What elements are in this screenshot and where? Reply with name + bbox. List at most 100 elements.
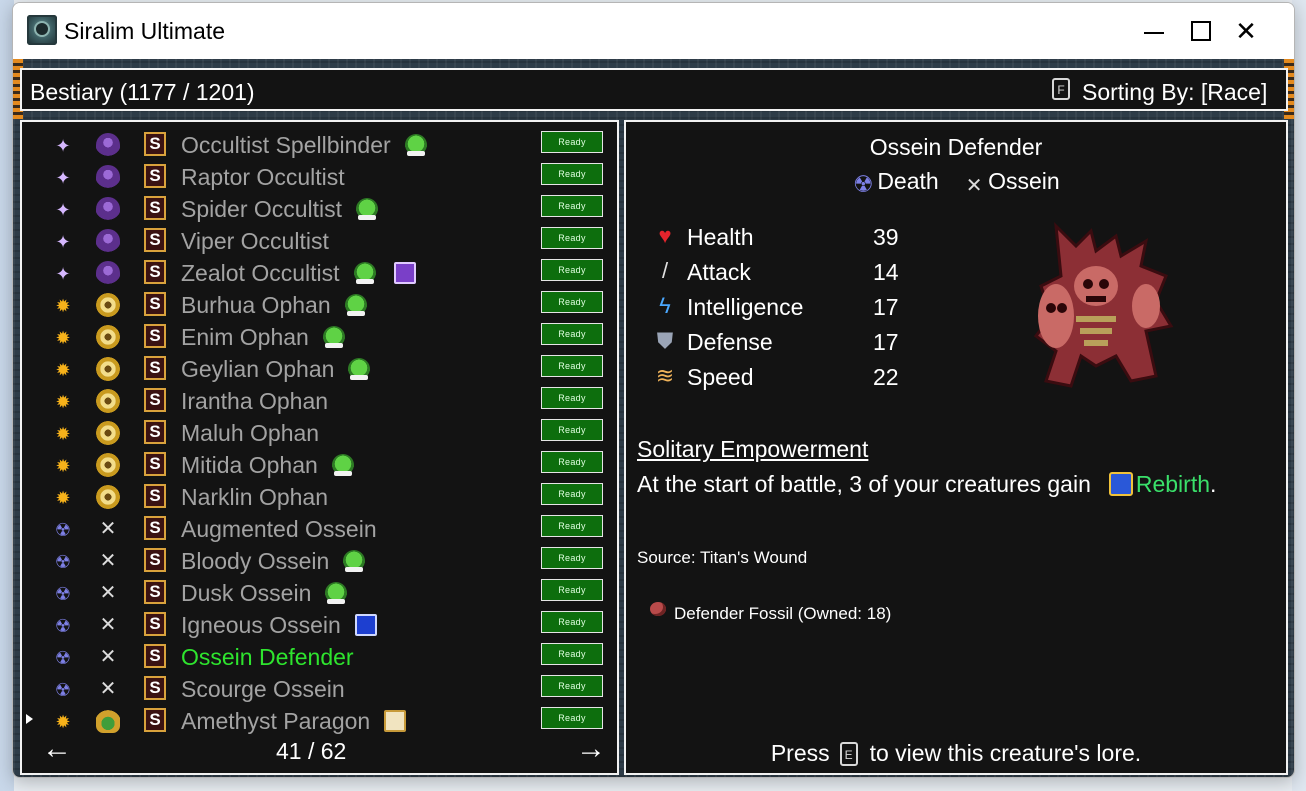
spell-gem-icon: S <box>144 356 166 380</box>
creature-row[interactable]: ☢ ✕ S Igneous Ossein Ready <box>22 608 617 640</box>
minimize-icon <box>1144 32 1164 34</box>
occultist-race-icon <box>96 261 120 285</box>
material-owned: Defender Fossil (Owned: 18) <box>674 604 892 623</box>
creature-name: Burhua Ophan <box>181 292 331 318</box>
creature-name: Amethyst Paragon <box>181 708 371 734</box>
creature-row[interactable]: ✹ S Amethyst Paragon Ready <box>22 704 617 736</box>
lightning-icon: ϟ <box>659 293 671 318</box>
creature-row[interactable]: ✹ S Mitida Ophan Ready <box>22 448 617 480</box>
goblin-icon <box>354 262 376 284</box>
e-key-icon[interactable]: E <box>839 742 858 766</box>
stat-value: 17 <box>873 294 899 320</box>
page-indicator: 41 / 62 <box>276 738 347 764</box>
creature-row[interactable]: ✦ S Raptor Occultist Ready <box>22 160 617 192</box>
stat-label: Speed <box>687 364 754 390</box>
stat-label: Health <box>687 224 754 250</box>
f-key-icon: F <box>1052 78 1070 100</box>
lore-hint: Press Eto view this creature's lore. <box>626 740 1286 767</box>
spell-gem-icon: S <box>144 196 166 220</box>
goblin-icon <box>345 294 367 316</box>
spell-gem-icon: S <box>144 708 166 732</box>
creature-detail-panel: Ossein Defender ☢ Death ✕ Ossein ♥ Health 39… <box>624 120 1288 775</box>
ophan-race-icon <box>96 485 120 509</box>
rebirth-buff-link[interactable]: Rebirth <box>1136 471 1210 497</box>
creature-name: Enim Ophan <box>181 324 309 350</box>
ready-badge: Ready <box>541 387 603 409</box>
spell-gem-icon: S <box>144 132 166 156</box>
creature-row[interactable]: ✹ S Geylian Ophan Ready <box>22 352 617 384</box>
creature-name: Ossein Defender <box>181 644 354 670</box>
creature-name: Raptor Occultist <box>181 164 345 190</box>
ossein-race-icon: ✕ <box>99 678 117 700</box>
title-bar[interactable]: Siralim Ultimate ✕ <box>13 3 1294 59</box>
stat-label: Attack <box>687 259 751 285</box>
occultist-race-icon <box>96 165 120 189</box>
ophan-race-icon <box>96 453 120 477</box>
shield-icon: ⛊ <box>656 328 674 353</box>
spell-gem-icon: S <box>144 676 166 700</box>
creature-row[interactable]: ☢ ✕ S Dusk Ossein Ready <box>22 576 617 608</box>
creature-name: Augmented Ossein <box>181 516 377 542</box>
sort-button[interactable]: Sorting By: [Race] <box>1082 79 1267 106</box>
sun-icon: ✹ <box>55 712 71 732</box>
ossein-race-icon: ✕ <box>99 550 117 572</box>
next-page-arrow-icon[interactable]: → <box>576 732 606 766</box>
death-icon: ☢ <box>54 520 72 540</box>
creature-row[interactable]: ✹ S Enim Ophan Ready <box>22 320 617 352</box>
sun-icon: ✹ <box>55 360 71 380</box>
creature-name: Narklin Ophan <box>181 484 329 510</box>
ready-badge: Ready <box>541 227 603 249</box>
creature-row[interactable]: ☢ ✕ S Scourge Ossein Ready <box>22 672 617 704</box>
goblin-icon <box>405 134 427 156</box>
spell-gem-icon: S <box>144 260 166 284</box>
creature-row[interactable]: ☢ ✕ S Ossein Defender Ready <box>22 640 617 672</box>
gold-card-icon <box>384 710 406 732</box>
creature-row[interactable]: ✹ S Maluh Ophan Ready <box>22 416 617 448</box>
occultist-race-icon <box>96 197 120 221</box>
creature-row[interactable]: ☢ ✕ S Augmented Ossein Ready <box>22 512 617 544</box>
creature-name: Mitida Ophan <box>181 452 318 478</box>
sun-icon: ✹ <box>55 328 71 348</box>
ophan-race-icon <box>96 421 120 445</box>
creature-row[interactable]: ✹ S Irantha Ophan Ready <box>22 384 617 416</box>
spell-gem-icon: S <box>144 324 166 348</box>
creature-name: Geylian Ophan <box>181 356 335 382</box>
stat-label: Defense <box>687 329 773 355</box>
creature-name: Dusk Ossein <box>181 580 312 606</box>
death-icon: ☢ <box>54 680 72 700</box>
creature-row[interactable]: ✦ S Spider Occultist Ready <box>22 192 617 224</box>
ready-badge: Ready <box>541 259 603 281</box>
creature-row[interactable]: ✹ S Burhua Ophan Ready <box>22 288 617 320</box>
minimize-button[interactable] <box>1131 3 1177 59</box>
sun-icon: ✹ <box>55 488 71 508</box>
spell-gem-icon: S <box>144 164 166 188</box>
goblin-icon <box>325 582 347 604</box>
maximize-icon <box>1191 21 1211 41</box>
creature-row[interactable]: ✦ S Viper Occultist Ready <box>22 224 617 256</box>
ready-badge: Ready <box>541 515 603 537</box>
ophan-race-icon <box>96 293 120 317</box>
goblin-icon <box>348 358 370 380</box>
sparkle-icon: ✦ <box>55 168 71 188</box>
close-button[interactable]: ✕ <box>1223 3 1269 59</box>
spell-gem-icon: S <box>144 484 166 508</box>
sparkle-icon: ✦ <box>55 200 71 220</box>
creature-row[interactable]: ☢ ✕ S Bloody Ossein Ready <box>22 544 617 576</box>
ready-badge: Ready <box>541 163 603 185</box>
creature-row[interactable]: ✦ S Occultist Spellbinder Ready <box>22 128 617 160</box>
ready-badge: Ready <box>541 611 603 633</box>
ready-badge: Ready <box>541 483 603 505</box>
death-class-icon: ☢ <box>853 171 874 197</box>
prev-page-arrow-icon[interactable]: ← <box>42 732 72 766</box>
spell-gem-icon: S <box>144 516 166 540</box>
occultist-race-icon <box>96 133 120 157</box>
stat-value: 14 <box>873 259 899 285</box>
creature-row[interactable]: ✹ S Narklin Ophan Ready <box>22 480 617 512</box>
maximize-button[interactable] <box>1177 3 1223 59</box>
ready-badge: Ready <box>541 291 603 313</box>
spell-gem-icon: S <box>144 548 166 572</box>
creature-types: ☢ Death ✕ Ossein <box>626 168 1286 197</box>
creature-row[interactable]: ✦ S Zealot Occultist Ready <box>22 256 617 288</box>
ophan-race-icon <box>96 325 120 349</box>
spell-gem-icon: S <box>144 388 166 412</box>
